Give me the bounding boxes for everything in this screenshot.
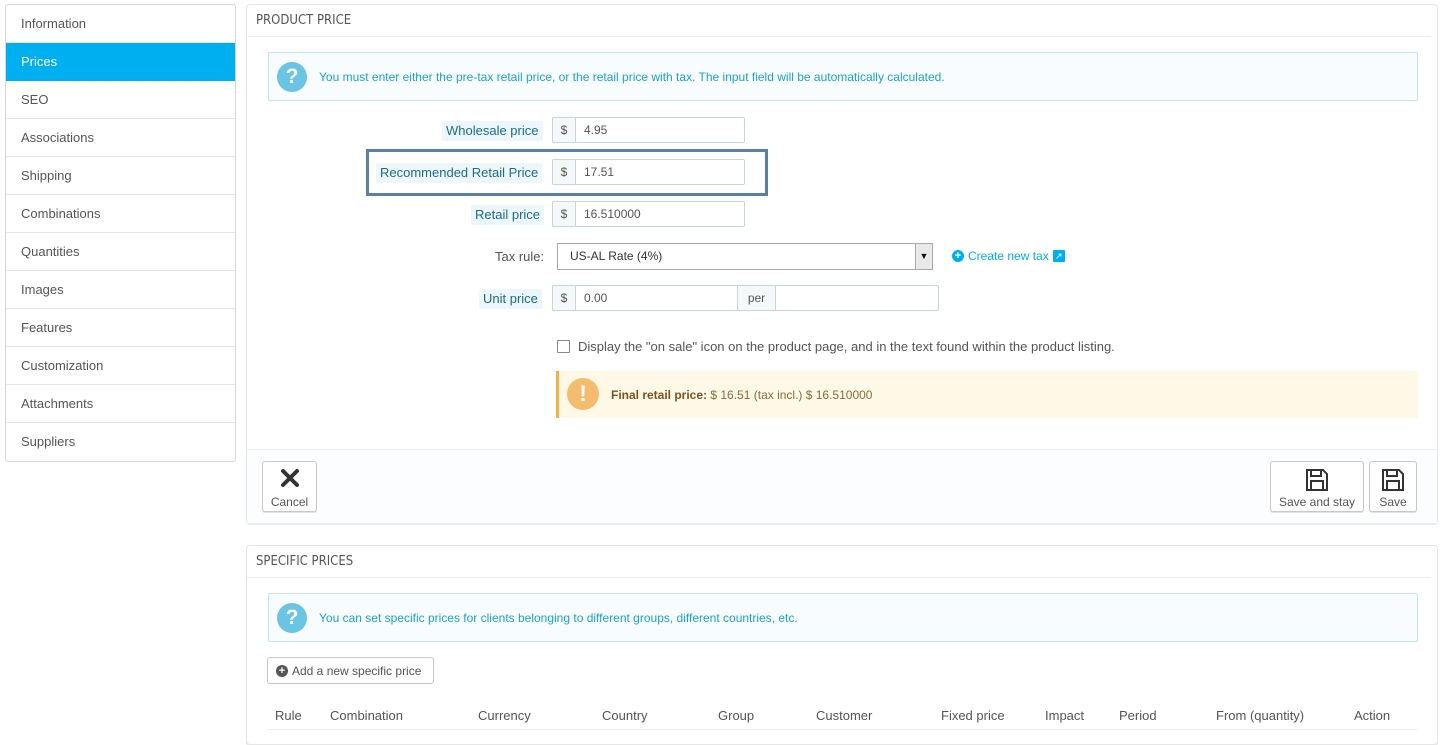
currency-addon: $ [552, 159, 576, 185]
currency-addon: $ [552, 201, 576, 227]
cancel-label: Cancel [270, 495, 309, 509]
create-new-tax-link[interactable]: + Create new tax ↗ [952, 249, 1065, 263]
on-sale-checkbox[interactable] [557, 340, 570, 353]
column-header: Group [718, 708, 755, 723]
product-tabs-sidebar: Information Prices SEO Associations Ship… [5, 4, 236, 462]
exclamation-icon: ! [567, 378, 599, 410]
sidebar-item-combinations[interactable]: Combinations [6, 195, 235, 233]
final-price-value: $ 16.51 (tax incl.) $ 16.510000 [707, 388, 873, 402]
sidebar-item-customization[interactable]: Customization [6, 347, 235, 385]
external-link-icon: ↗ [1052, 250, 1065, 262]
close-icon [280, 469, 299, 487]
save-label: Save [1379, 495, 1407, 509]
final-price-text: Final retail price: $ 16.51 (tax incl.) … [611, 388, 872, 402]
column-header: From (quantity) [1216, 708, 1305, 723]
sidebar-item-information[interactable]: Information [6, 5, 235, 43]
info-text: You must enter either the pre-tax retail… [319, 70, 945, 84]
unit-price-input[interactable] [576, 285, 738, 311]
tax-rule-select[interactable]: US-AL Rate (4%) ▼ [557, 243, 933, 270]
sidebar-item-images[interactable]: Images [6, 271, 235, 309]
column-header: Impact [1045, 708, 1085, 723]
sidebar-item-suppliers[interactable]: Suppliers [6, 423, 235, 461]
column-header: Combination [330, 708, 403, 723]
column-header: Currency [478, 708, 531, 723]
sidebar-item-prices[interactable]: Prices [6, 43, 235, 81]
sidebar-item-shipping[interactable]: Shipping [6, 157, 235, 195]
add-specific-price-button[interactable]: + Add a new specific price [267, 657, 434, 684]
question-icon: ? [277, 603, 307, 633]
column-header: Fixed price [941, 708, 1005, 723]
on-sale-checkbox-row: Display the "on sale" icon on the produc… [557, 339, 1115, 354]
recommended-retail-price-group: $ [552, 159, 745, 185]
info-text: You can set specific prices for clients … [319, 611, 798, 625]
per-addon: per [738, 285, 776, 311]
sidebar-item-associations[interactable]: Associations [6, 119, 235, 157]
wholesale-price-input[interactable] [576, 117, 745, 143]
final-price-label: Final retail price: [611, 388, 708, 402]
panel-footer [247, 449, 1437, 523]
specific-prices-panel: SPECIFIC PRICES ? You can set specific p… [246, 545, 1438, 745]
wholesale-price-group: $ [552, 117, 745, 143]
currency-addon: $ [552, 285, 576, 311]
info-alert: ? You must enter either the pre-tax reta… [268, 52, 1418, 101]
plus-circle-icon: + [952, 250, 964, 262]
panel-heading: SPECIFIC PRICES [247, 546, 1431, 578]
column-header: Rule [275, 708, 302, 723]
save-and-stay-button[interactable]: Save and stay [1270, 461, 1364, 512]
plus-circle-icon: + [276, 664, 288, 677]
sidebar-item-features[interactable]: Features [6, 309, 235, 347]
unit-price-group: $ per [552, 285, 939, 311]
retail-price-input[interactable] [576, 201, 745, 227]
tax-rule-selected: US-AL Rate (4%) [570, 249, 663, 263]
wholesale-price-label: Wholesale price [442, 121, 543, 141]
recommended-retail-price-input[interactable] [576, 159, 745, 185]
currency-addon: $ [552, 117, 576, 143]
on-sale-label: Display the "on sale" icon on the produc… [578, 339, 1115, 354]
unit-price-per-input[interactable] [776, 285, 939, 311]
info-alert: ? You can set specific prices for client… [268, 593, 1418, 642]
floppy-disk-icon [1382, 469, 1404, 491]
retail-price-label: Retail price [471, 205, 545, 225]
column-header: Country [602, 708, 648, 723]
column-header: Action [1354, 708, 1391, 723]
tax-rule-label: Tax rule: [495, 249, 545, 264]
save-button[interactable]: Save [1369, 461, 1417, 512]
column-header: Customer [816, 708, 873, 723]
floppy-disk-icon [1306, 469, 1328, 491]
save-and-stay-label: Save and stay [1278, 495, 1356, 509]
add-specific-price-label: Add a new specific price [292, 663, 422, 678]
sidebar-item-seo[interactable]: SEO [6, 81, 235, 119]
sidebar-item-attachments[interactable]: Attachments [6, 385, 235, 423]
retail-price-group: $ [552, 201, 745, 227]
unit-price-label: Unit price [479, 289, 542, 309]
column-header: Period [1119, 708, 1157, 723]
table-divider [267, 729, 1417, 730]
sidebar-item-quantities[interactable]: Quantities [6, 233, 235, 271]
panel-heading: PRODUCT PRICE [247, 5, 1431, 37]
create-new-tax-label: Create new tax [968, 249, 1049, 263]
question-icon: ? [277, 62, 307, 92]
chevron-down-icon[interactable]: ▼ [915, 244, 932, 269]
recommended-retail-price-label: Recommended Retail Price [376, 163, 543, 183]
cancel-button[interactable]: Cancel [262, 461, 317, 512]
final-price-alert: ! Final retail price: $ 16.51 (tax incl.… [556, 371, 1418, 418]
